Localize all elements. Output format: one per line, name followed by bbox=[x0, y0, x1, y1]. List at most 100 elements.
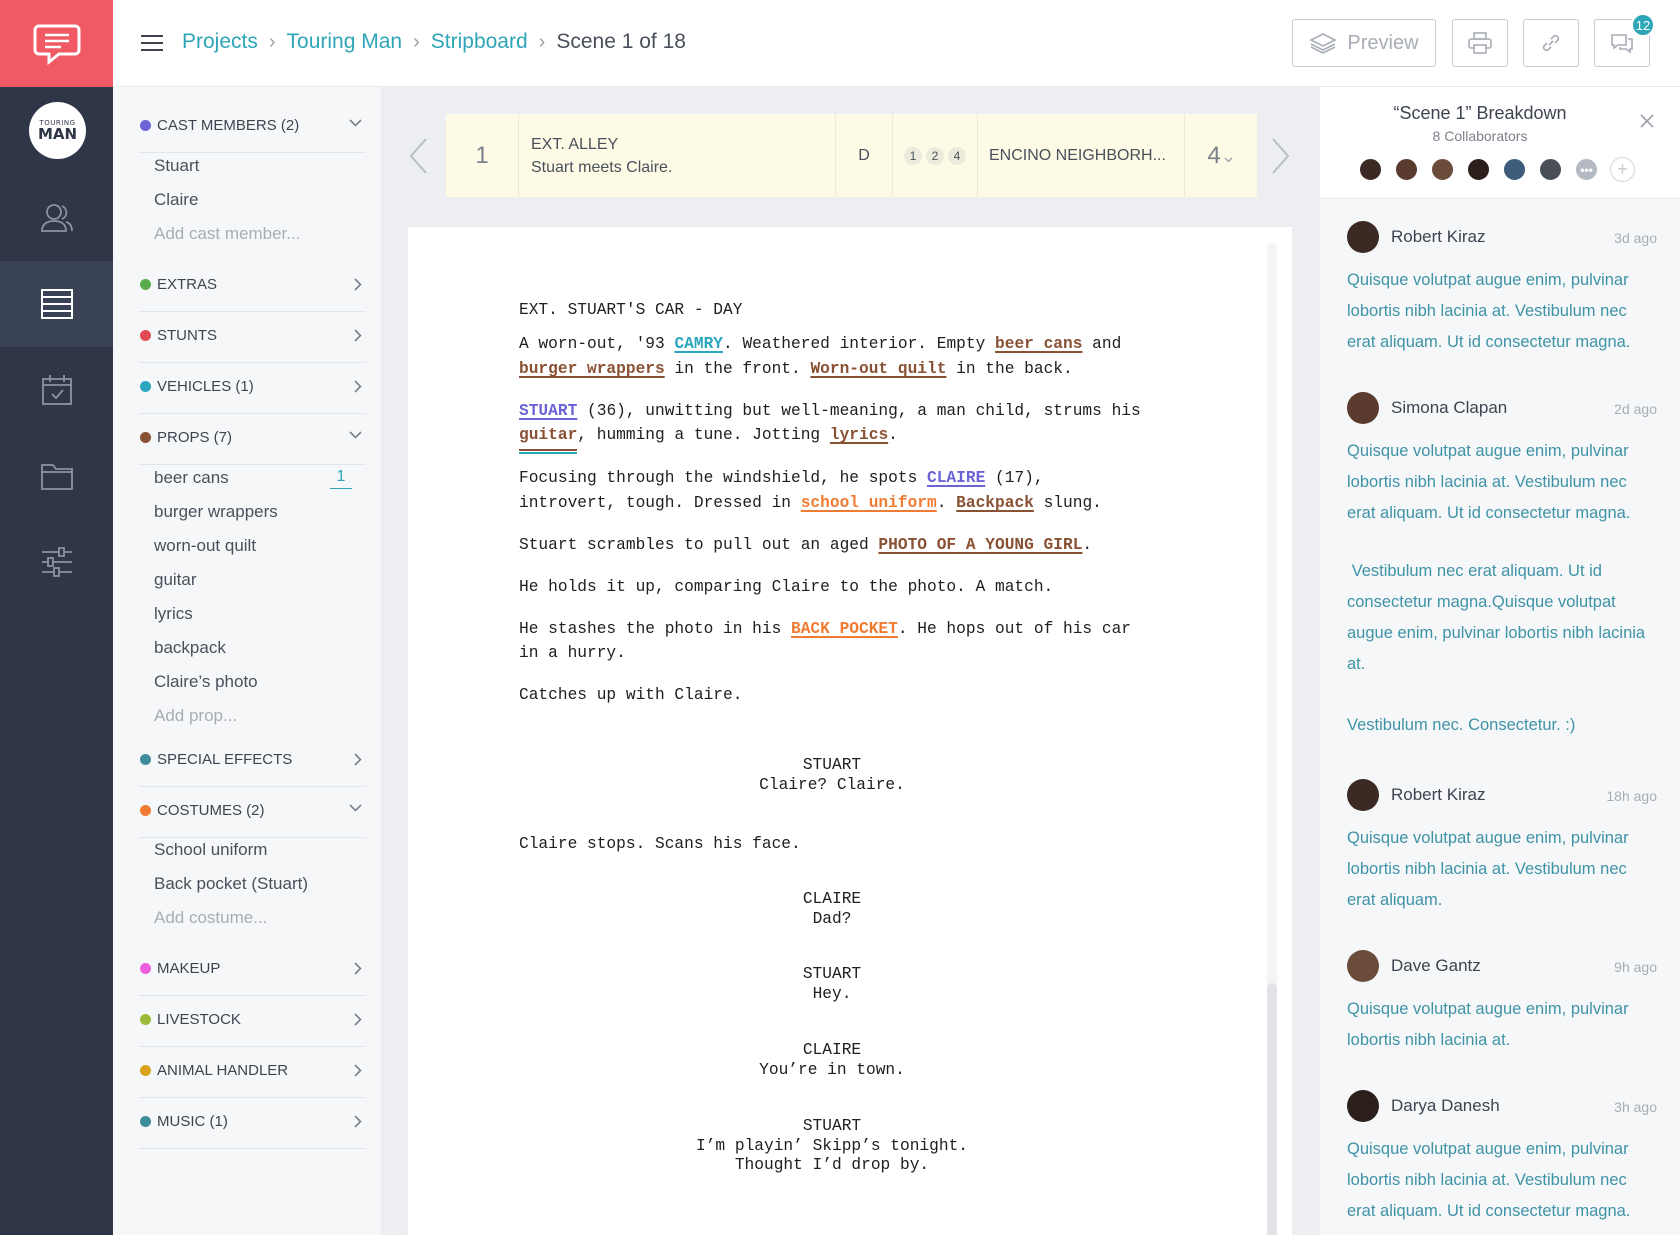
breadcrumb-section[interactable]: Stripboard bbox=[431, 30, 528, 54]
category-makeup[interactable]: Makeup bbox=[139, 942, 366, 996]
collaborator-avatar[interactable] bbox=[1466, 157, 1491, 182]
rail-stripboard[interactable] bbox=[0, 261, 113, 347]
prop-item[interactable]: guitar bbox=[154, 570, 197, 590]
tag-costume[interactable]: BACK POCKET bbox=[791, 620, 898, 638]
tag-cast[interactable]: STUART bbox=[519, 402, 577, 420]
rail-files[interactable] bbox=[0, 433, 113, 519]
category-costumes[interactable]: Costumes (2) bbox=[139, 784, 366, 838]
chevron-right-icon bbox=[354, 278, 362, 291]
print-button[interactable] bbox=[1452, 19, 1508, 67]
tag-costume[interactable]: school uniform bbox=[801, 494, 937, 512]
prop-item[interactable]: burger wrappers bbox=[154, 502, 278, 522]
tag-prop[interactable]: guitar bbox=[519, 423, 578, 454]
cast-id-chip: 2 bbox=[926, 146, 944, 165]
category-special-effects[interactable]: Special Effects bbox=[139, 733, 366, 787]
prop-item[interactable]: lyrics bbox=[154, 604, 193, 624]
print-icon bbox=[1468, 32, 1492, 54]
category-color-dot bbox=[140, 330, 151, 341]
nav-rail: TOURING MAN bbox=[0, 0, 113, 1235]
prop-item[interactable]: Claire’s photo bbox=[154, 672, 258, 692]
comment-author: Dave Gantz bbox=[1391, 956, 1481, 975]
rail-contacts[interactable] bbox=[0, 175, 113, 261]
collaborator-avatar[interactable] bbox=[1358, 157, 1383, 182]
category-color-dot bbox=[140, 279, 151, 290]
breadcrumb-projects[interactable]: Projects bbox=[182, 30, 258, 54]
close-icon[interactable] bbox=[1640, 114, 1654, 128]
chevron-right-icon bbox=[354, 329, 362, 342]
dialogue-line: Hey. bbox=[812, 984, 852, 1003]
next-scene-arrow-icon[interactable] bbox=[1271, 137, 1291, 175]
comment-author: Darya Danesh bbox=[1391, 1096, 1500, 1115]
collaborator-avatar[interactable] bbox=[1538, 157, 1563, 182]
strip-pages[interactable]: 4 bbox=[1185, 114, 1255, 197]
share-link-button[interactable] bbox=[1523, 19, 1579, 67]
strip-heading-cell: EXT. ALLEY Stuart meets Claire. bbox=[519, 114, 836, 197]
collaborator-avatar[interactable] bbox=[1394, 157, 1419, 182]
script-text-run: Focusing through the windshield, he spot… bbox=[519, 469, 927, 487]
tag-prop[interactable]: PHOTO OF A YOUNG GIRL bbox=[878, 536, 1082, 554]
prev-scene-arrow-icon[interactable] bbox=[408, 137, 428, 175]
scene-strip[interactable]: 1 EXT. ALLEY Stuart meets Claire. D 1 2 … bbox=[446, 114, 1257, 197]
category-label: Makeup bbox=[157, 960, 221, 977]
costume-item[interactable]: Back pocket (Stuart) bbox=[154, 874, 308, 894]
add-costume-input[interactable]: Add costume... bbox=[154, 908, 267, 928]
tag-prop[interactable]: lyrics bbox=[830, 426, 888, 444]
script-scrollbar[interactable] bbox=[1267, 243, 1277, 1235]
comment-time: 9h ago bbox=[1614, 959, 1657, 975]
script-text-run: introvert, tough. Dressed in bbox=[519, 494, 801, 512]
chevron-down-icon bbox=[349, 119, 362, 127]
cast-item[interactable]: Claire bbox=[154, 190, 198, 210]
scrollbar-thumb[interactable] bbox=[1267, 983, 1277, 1235]
chevron-right-icon: › bbox=[538, 30, 546, 53]
dialogue-block: STUART I’m playin’ Skipp’s tonight. Though… bbox=[669, 1117, 995, 1176]
category-livestock[interactable]: Livestock bbox=[139, 993, 366, 1047]
script-text-run: (17), bbox=[985, 469, 1044, 487]
add-cast-input[interactable]: Add cast member... bbox=[154, 224, 300, 244]
tag-prop[interactable]: Worn-out quilt bbox=[810, 360, 946, 378]
preview-button[interactable]: Preview bbox=[1292, 19, 1436, 67]
dialogue-line: Thought I’d drop by. bbox=[734, 1156, 930, 1174]
project-avatar[interactable]: TOURING MAN bbox=[29, 102, 86, 159]
category-stunts[interactable]: Stunts bbox=[139, 309, 366, 363]
tag-prop[interactable]: burger wrappers bbox=[519, 360, 665, 378]
script-text-run: . bbox=[936, 494, 957, 512]
tag-cast[interactable]: CLAIRE bbox=[927, 469, 985, 487]
action-line: Claire stops. Scans his face. bbox=[519, 835, 801, 853]
cast-item[interactable]: Stuart bbox=[154, 156, 199, 176]
category-extras[interactable]: Extras bbox=[139, 258, 366, 312]
avatar bbox=[1347, 392, 1379, 424]
script-text-run: slung. bbox=[1033, 494, 1102, 512]
action-line: in a hurry. bbox=[519, 644, 626, 662]
menu-icon[interactable] bbox=[141, 35, 163, 51]
tag-prop[interactable]: Backpack bbox=[956, 494, 1034, 512]
chevron-right-icon bbox=[354, 1013, 362, 1026]
category-vehicles[interactable]: Vehicles (1) bbox=[139, 360, 366, 414]
tag-prop[interactable]: beer cans bbox=[995, 335, 1082, 353]
category-props[interactable]: Props (7) bbox=[139, 411, 366, 465]
preview-label: Preview bbox=[1347, 31, 1419, 54]
comments-button[interactable]: 12 bbox=[1594, 13, 1655, 67]
rail-settings[interactable] bbox=[0, 519, 113, 605]
breadcrumb-project[interactable]: Touring Man bbox=[287, 30, 403, 54]
category-animal-handler[interactable]: Animal Handler bbox=[139, 1044, 366, 1098]
comment-time: 2d ago bbox=[1614, 401, 1657, 417]
category-cast[interactable]: Cast Members (2) bbox=[139, 99, 366, 153]
collaborator-avatar[interactable] bbox=[1430, 157, 1455, 182]
collaborator-avatar[interactable] bbox=[1502, 157, 1527, 182]
prop-count-input[interactable]: 1 bbox=[330, 468, 352, 489]
tag-vehicle[interactable]: CAMRY bbox=[674, 335, 723, 353]
sliders-icon bbox=[41, 547, 72, 577]
add-prop-input[interactable]: Add prop... bbox=[154, 706, 237, 726]
rail-calendar[interactable] bbox=[0, 347, 113, 433]
add-collaborator-icon[interactable]: + bbox=[1610, 157, 1635, 182]
prop-item[interactable]: backpack bbox=[154, 638, 226, 658]
script-text-run: (36), unwitting but well-meaning, a man … bbox=[577, 402, 1141, 420]
app-logo[interactable] bbox=[0, 0, 113, 87]
more-collaborators-icon[interactable]: ••• bbox=[1574, 157, 1599, 182]
prop-item[interactable]: beer cans bbox=[154, 468, 229, 488]
category-music[interactable]: Music (1) bbox=[139, 1095, 366, 1149]
category-label: Special Effects bbox=[157, 751, 293, 768]
costume-item[interactable]: School uniform bbox=[154, 840, 267, 860]
category-color-dot bbox=[140, 120, 151, 131]
prop-item[interactable]: worn-out quilt bbox=[154, 536, 256, 556]
